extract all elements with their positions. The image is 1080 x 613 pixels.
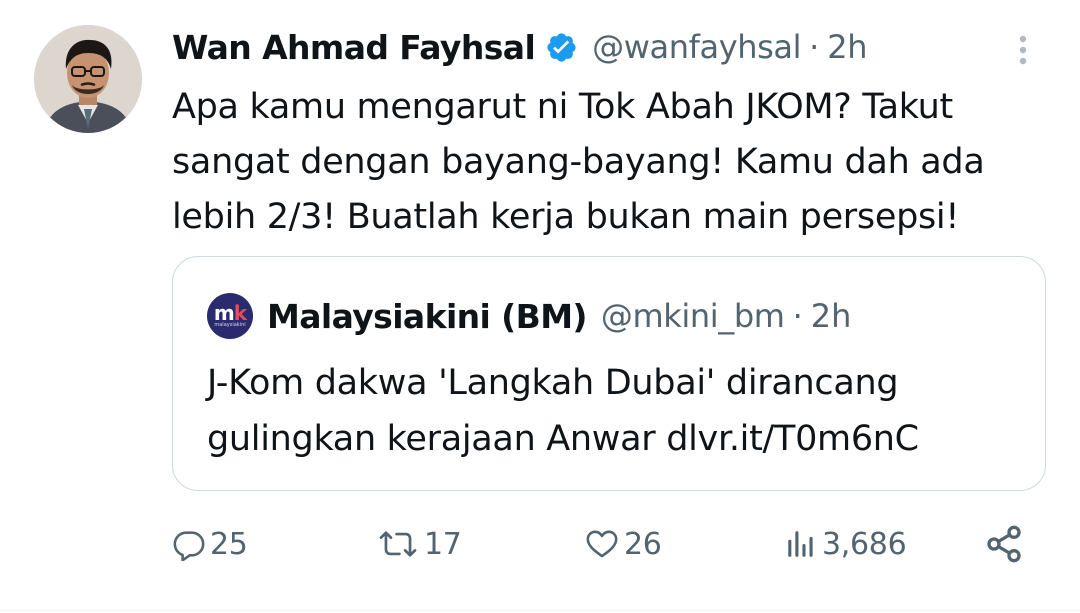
quoted-tweet-text: J-Kom dakwa 'Langkah Dubai' dirancang gu…	[207, 363, 919, 459]
quoted-tweet[interactable]: mk malaysiakini Malaysiakini (BM) @mkini…	[172, 256, 1046, 491]
quoted-tweet-time[interactable]: 2h	[811, 297, 852, 335]
like-button[interactable]: 26	[584, 520, 662, 568]
views-analytics-icon	[788, 531, 813, 557]
quoted-tweet-header: mk malaysiakini Malaysiakini (BM) @mkini…	[207, 293, 852, 339]
quoted-separator-dot: ·	[792, 297, 803, 335]
malaysiakini-logo-subtext: malaysiakini	[214, 322, 246, 328]
like-count: 26	[624, 526, 662, 562]
tweet-time[interactable]: 2h	[827, 28, 867, 66]
reply-button[interactable]: 25	[172, 520, 248, 568]
tweet-header: Wan Ahmad Fayhsal @wanfayhsal · 2h	[172, 24, 868, 70]
malaysiakini-logo: mk	[213, 301, 247, 325]
more-options-icon[interactable]	[1008, 30, 1038, 70]
quoted-author-avatar[interactable]: mk malaysiakini	[207, 293, 253, 339]
tweet[interactable]: Wan Ahmad Fayhsal @wanfayhsal · 2h Apa k…	[0, 0, 1080, 613]
views-count: 3,686	[822, 526, 907, 562]
retweet-icon	[379, 531, 417, 557]
verified-badge-icon[interactable]	[545, 31, 578, 64]
retweet-button[interactable]: 17	[376, 520, 462, 568]
separator-dot: ·	[809, 28, 820, 66]
divider	[0, 610, 1080, 611]
author-handle[interactable]: @wanfayhsal	[592, 28, 801, 66]
quoted-author-name[interactable]: Malaysiakini (BM)	[267, 297, 588, 336]
tweet-text: Apa kamu mengarut ni Tok Abah JKOM? Taku…	[172, 87, 985, 237]
author-name[interactable]: Wan Ahmad Fayhsal	[172, 28, 536, 67]
author-avatar[interactable]	[34, 25, 142, 133]
reply-count: 25	[210, 526, 248, 562]
share-icon	[987, 525, 1021, 563]
tweet-actions: 25 17 26 3,686	[172, 520, 1032, 568]
heart-icon	[586, 530, 618, 558]
retweet-count: 17	[424, 526, 462, 562]
quoted-author-handle[interactable]: @mkini_bm	[601, 297, 785, 335]
views-button[interactable]: 3,686	[784, 520, 907, 568]
share-button[interactable]	[984, 520, 1024, 568]
reply-icon	[173, 531, 205, 561]
person-avatar-image	[34, 25, 142, 133]
